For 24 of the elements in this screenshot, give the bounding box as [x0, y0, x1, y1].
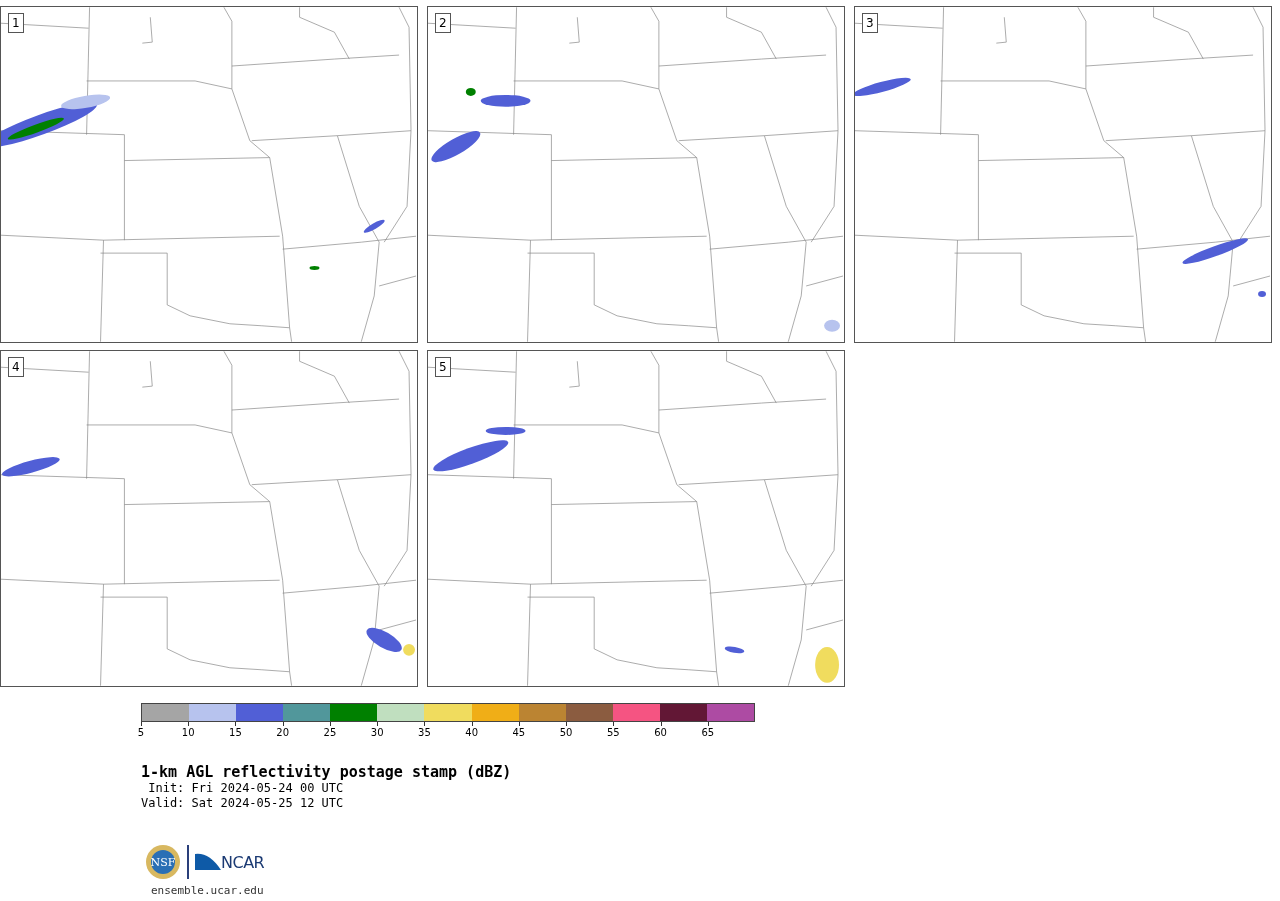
panel-number: 4	[8, 357, 24, 377]
chart-title: 1-km AGL reflectivity postage stamp (dBZ)	[141, 763, 513, 781]
tick-label: 60	[654, 727, 667, 738]
tick-label: 15	[229, 727, 242, 738]
tick-label: 35	[418, 727, 431, 738]
tick-label: 55	[607, 727, 620, 738]
tick-label: 30	[370, 727, 384, 738]
tick-label: 45	[512, 727, 526, 738]
panel-number: 1	[8, 13, 24, 33]
tick-label: 10	[181, 727, 195, 738]
tick-label: 50	[559, 727, 573, 738]
panel-number: 2	[435, 13, 451, 33]
nsf-logo: NSF	[145, 844, 181, 880]
init-time: Init: Fri 2024-05-24 00 UTC	[147, 781, 345, 796]
tick-label: 40	[465, 727, 478, 738]
valid-time: Valid: Sat 2024-05-25 12 UTC	[141, 796, 345, 811]
tick-label: 5	[137, 727, 145, 738]
panel-number: 3	[862, 13, 878, 33]
tick-label: 20	[276, 727, 290, 738]
panel-number: 5	[435, 357, 451, 377]
tick-label: 25	[323, 727, 337, 738]
website-url: ensemble.ucar.edu	[151, 884, 265, 897]
ncar-logo: NCAR	[195, 852, 265, 872]
tick-label: 65	[701, 727, 715, 738]
